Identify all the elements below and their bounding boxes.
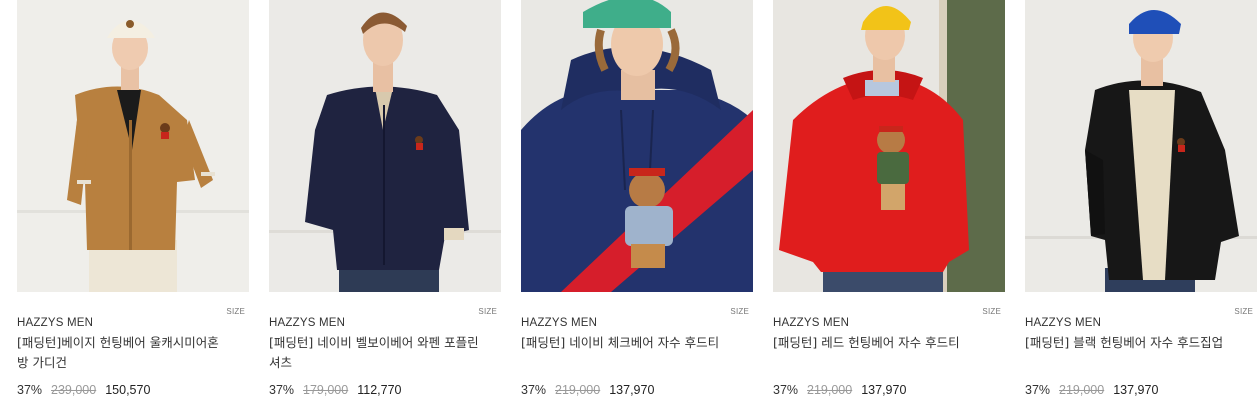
- product-name[interactable]: [패딩턴] 레드 헌팅베어 자수 후드티: [773, 333, 983, 373]
- price-row: 37% 219,000 137,970: [521, 383, 753, 397]
- product-card[interactable]: SIZE HAZZYS MEN [패딩턴]베이지 헌팅베어 울캐시미어혼방 가디…: [17, 0, 249, 397]
- brand-name: HAZZYS MEN: [269, 317, 346, 329]
- price-row: 37% 219,000 137,970: [773, 383, 1005, 397]
- discount-rate: 37%: [521, 383, 547, 397]
- price-row: 37% 219,000 137,970: [1025, 383, 1257, 397]
- product-card[interactable]: SIZE HAZZYS MEN [패딩턴] 레드 헌팅베어 자수 후드티 37%…: [773, 0, 1005, 397]
- size-label[interactable]: SIZE: [982, 307, 1001, 316]
- brand-name: HAZZYS MEN: [17, 317, 94, 329]
- discount-rate: 37%: [269, 383, 295, 397]
- size-label[interactable]: SIZE: [730, 307, 749, 316]
- original-price: 219,000: [1059, 383, 1105, 397]
- product-image-red-hoodie[interactable]: [773, 0, 1005, 292]
- size-label[interactable]: SIZE: [1234, 307, 1253, 316]
- product-name[interactable]: [패딩턴] 네이비 체크베어 자수 후드티: [521, 333, 731, 373]
- product-name[interactable]: [패딩턴] 블랙 헌팅베어 자수 후드집업: [1025, 333, 1235, 373]
- sale-price: 112,770: [357, 383, 402, 397]
- price-row: 37% 239,000 150,570: [17, 383, 249, 397]
- product-name[interactable]: [패딩턴]베이지 헌팅베어 울캐시미어혼방 가디건: [17, 333, 227, 373]
- original-price: 179,000: [303, 383, 349, 397]
- discount-rate: 37%: [773, 383, 799, 397]
- sale-price: 137,970: [609, 383, 655, 397]
- product-name[interactable]: [패딩턴] 네이비 벨보이베어 와펜 포플린 셔츠: [269, 333, 479, 373]
- product-card[interactable]: SIZE HAZZYS MEN [패딩턴] 네이비 벨보이베어 와펜 포플린 셔…: [269, 0, 501, 397]
- product-card[interactable]: SIZE HAZZYS MEN [패딩턴] 블랙 헌팅베어 자수 후드집업 37…: [1025, 0, 1257, 397]
- size-label[interactable]: SIZE: [478, 307, 497, 316]
- brand-name: HAZZYS MEN: [521, 317, 598, 329]
- sale-price: 150,570: [105, 383, 151, 397]
- product-grid: SIZE HAZZYS MEN [패딩턴]베이지 헌팅베어 울캐시미어혼방 가디…: [17, 0, 1257, 397]
- product-image-beige-cardigan[interactable]: [17, 0, 249, 292]
- product-image-navy-hoodie[interactable]: [521, 0, 753, 292]
- brand-name: HAZZYS MEN: [1025, 317, 1102, 329]
- discount-rate: 37%: [1025, 383, 1051, 397]
- product-image-black-hoodie-zipup[interactable]: [1025, 0, 1257, 292]
- original-price: 219,000: [555, 383, 601, 397]
- product-card[interactable]: SIZE HAZZYS MEN [패딩턴] 네이비 체크베어 자수 후드티 37…: [521, 0, 753, 397]
- sale-price: 137,970: [1113, 383, 1159, 397]
- product-image-navy-shirt[interactable]: [269, 0, 501, 292]
- brand-name: HAZZYS MEN: [773, 317, 850, 329]
- sale-price: 137,970: [861, 383, 907, 397]
- original-price: 239,000: [51, 383, 97, 397]
- price-row: 37% 179,000 112,770: [269, 383, 501, 397]
- original-price: 219,000: [807, 383, 853, 397]
- size-label[interactable]: SIZE: [226, 307, 245, 316]
- discount-rate: 37%: [17, 383, 43, 397]
